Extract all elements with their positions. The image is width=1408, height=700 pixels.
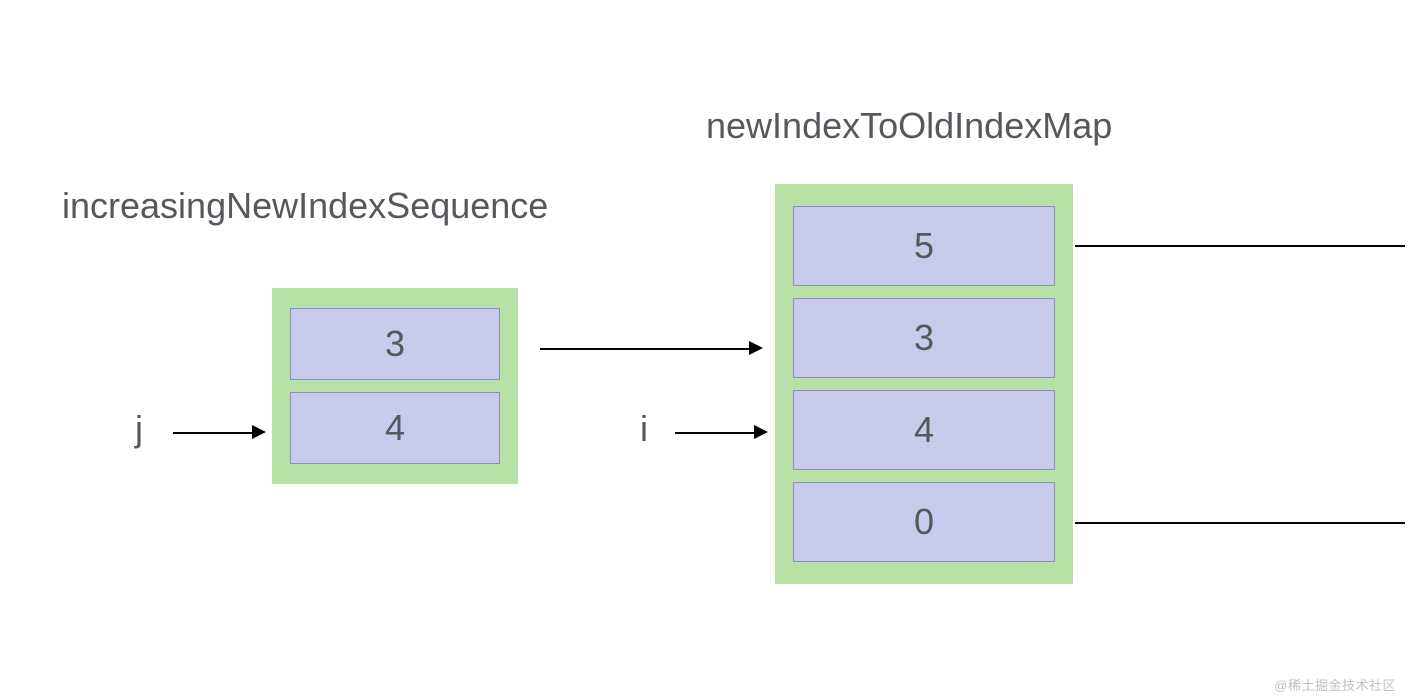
left-sequence-box: 3 4 [272,288,518,484]
right-cell-0: 5 [793,206,1055,286]
i-arrow-head [754,425,768,439]
middle-arrow-head [749,341,763,355]
middle-arrow-line [540,348,750,350]
right-cell-1: 3 [793,298,1055,378]
left-cell-1: 4 [290,392,500,464]
j-arrow-head [252,425,266,439]
j-arrow-line [173,432,253,434]
watermark: @稀土掘金技术社区 [1274,675,1396,694]
right-cell-3: 0 [793,482,1055,562]
right-cell-2: 4 [793,390,1055,470]
right-line-bottom [1075,522,1405,524]
left-cell-0: 3 [290,308,500,380]
right-map-box: 5 3 4 0 [775,184,1073,584]
j-pointer-label: j [135,408,143,450]
right-title: newIndexToOldIndexMap [706,105,1112,147]
right-line-top [1075,245,1405,247]
i-pointer-label: i [640,408,648,450]
left-title: increasingNewIndexSequence [62,185,548,227]
i-arrow-line [675,432,755,434]
